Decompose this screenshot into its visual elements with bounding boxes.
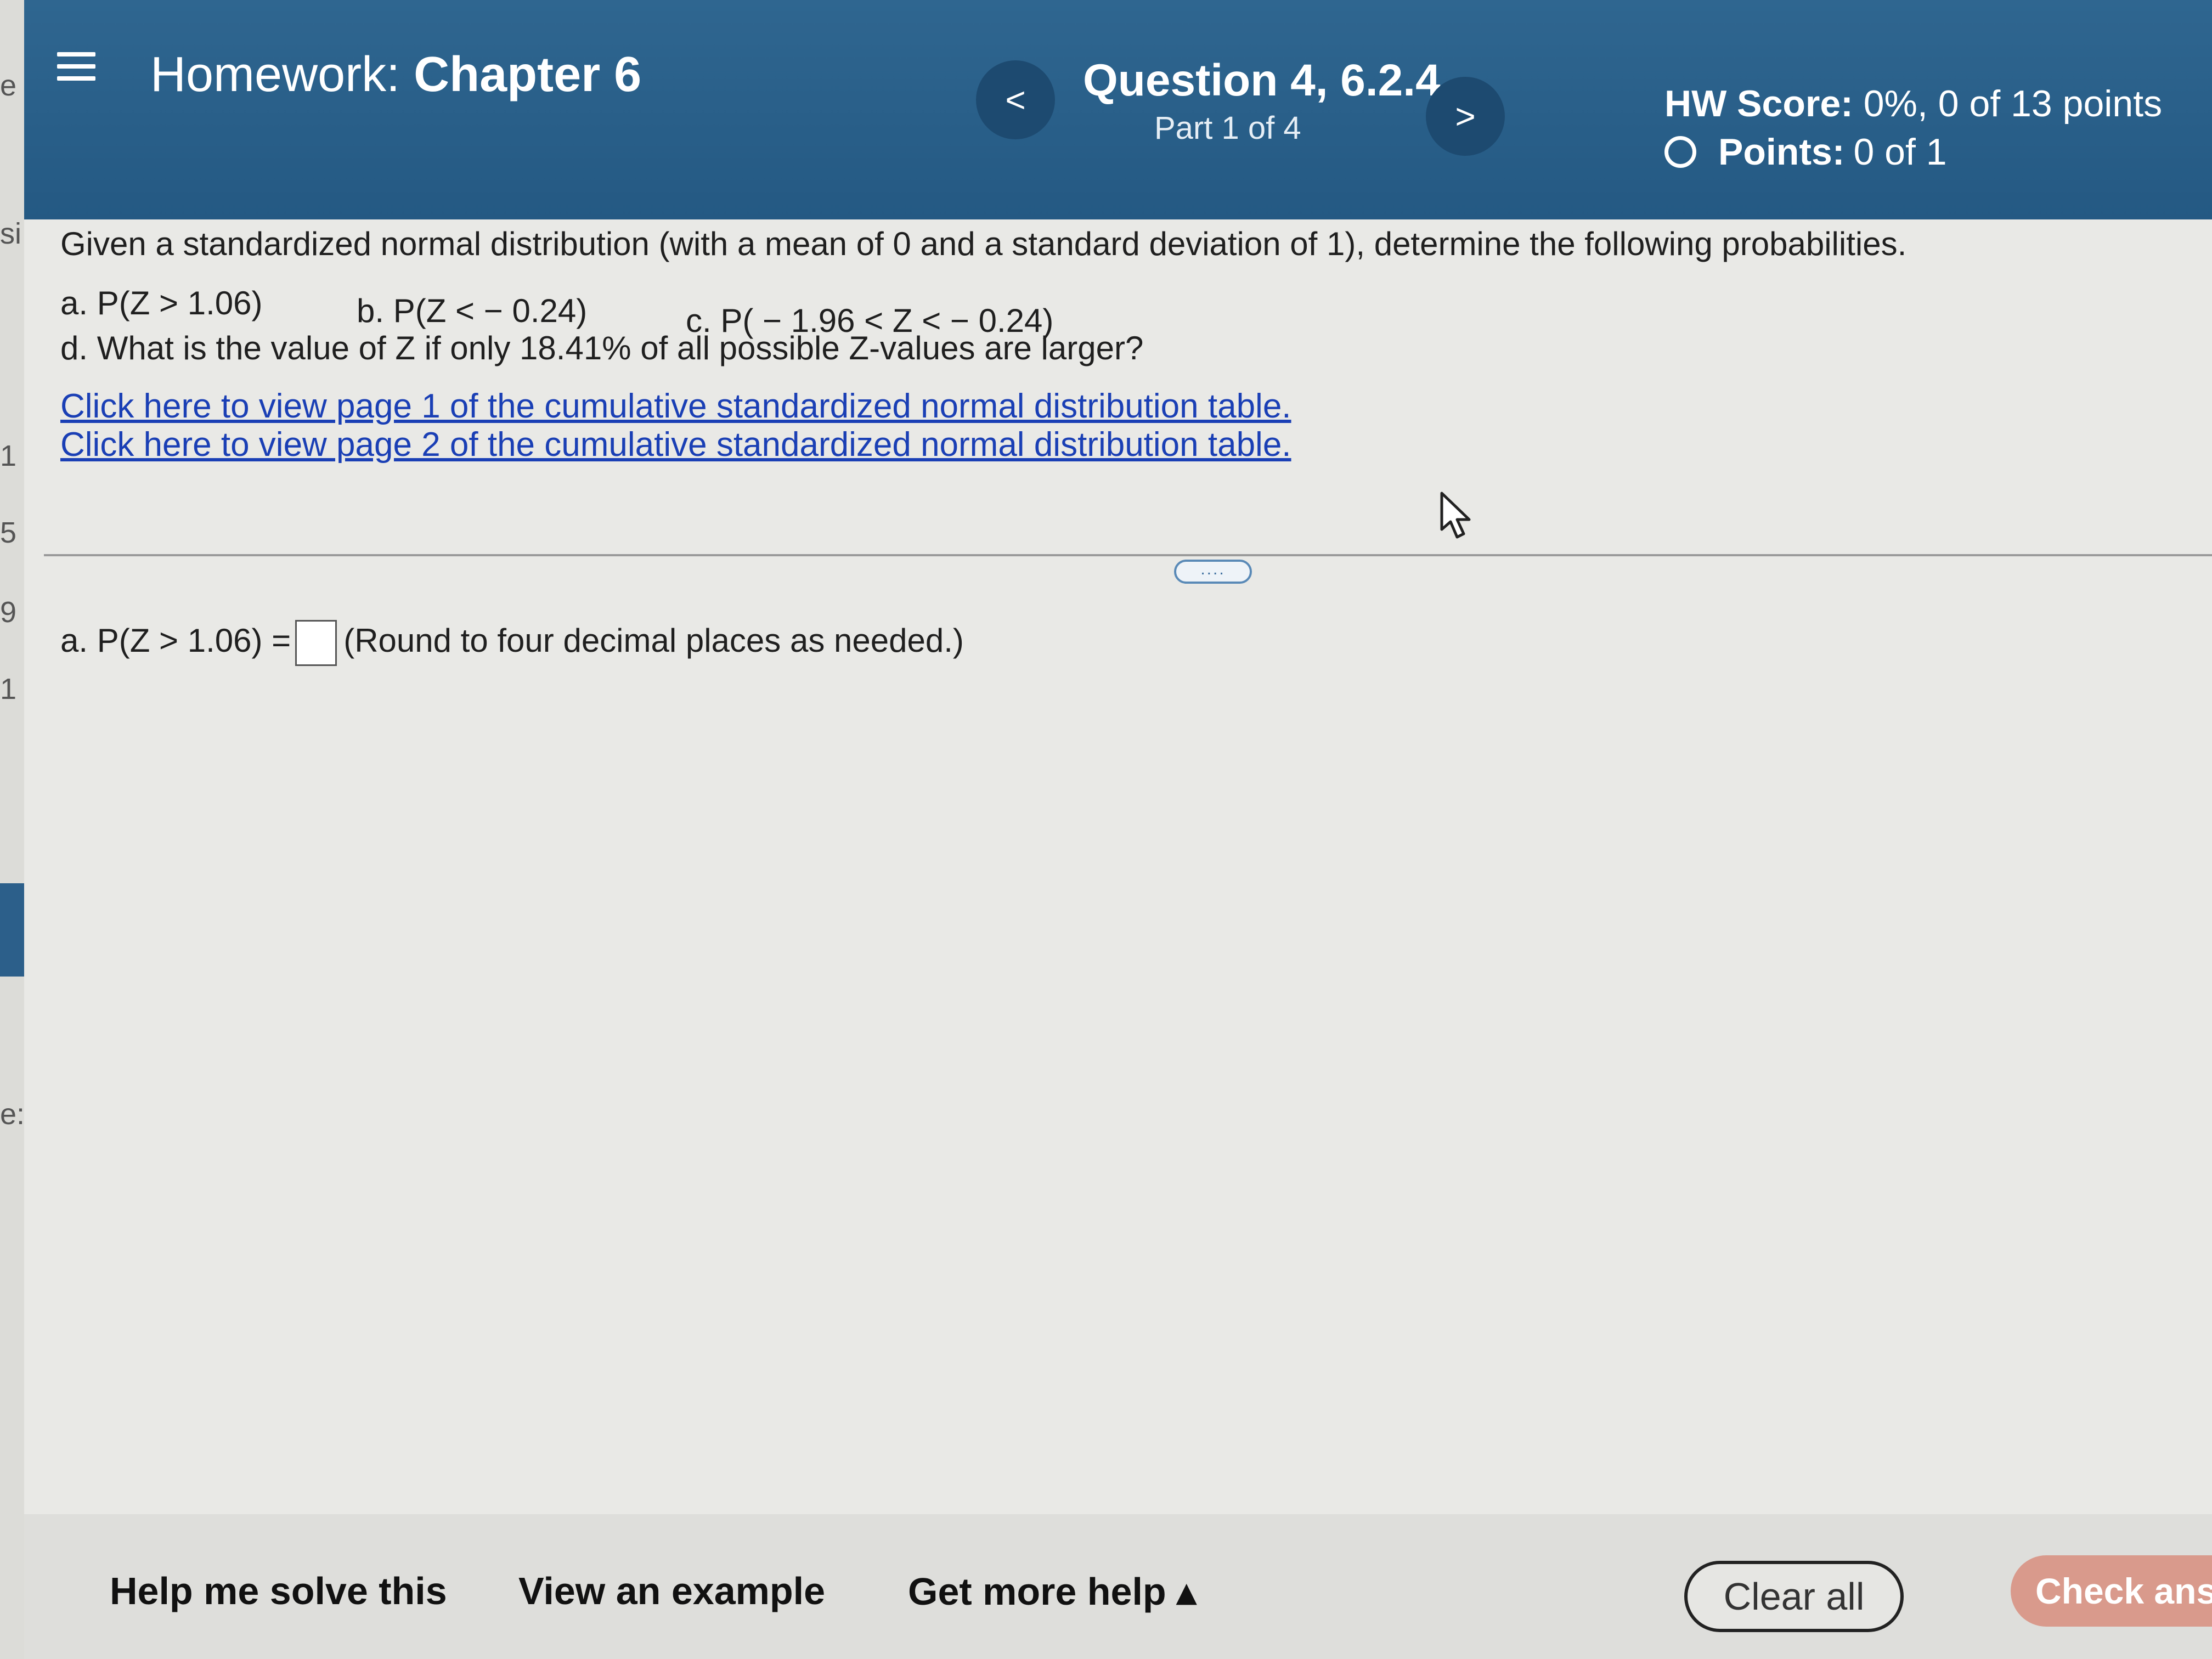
- answer-row: a. P(Z > 1.06) = (Round to four decimal p…: [60, 620, 964, 666]
- edge-char: si: [0, 217, 21, 250]
- expand-more-button[interactable]: ....: [1174, 560, 1252, 584]
- homework-title: Homework: Chapter 6: [150, 47, 641, 103]
- edge-char: 9: [0, 596, 17, 629]
- menu-icon[interactable]: [57, 52, 95, 91]
- edge-char: 1: [0, 439, 17, 472]
- homework-title-prefix: Homework:: [150, 47, 400, 102]
- next-question-button[interactable]: >: [1426, 77, 1505, 156]
- answer-hint: (Round to four decimal places as needed.…: [343, 622, 964, 659]
- edge-blue-bar: [0, 883, 24, 977]
- points-status-icon: [1664, 136, 1696, 168]
- view-example-button[interactable]: View an example: [518, 1569, 825, 1613]
- header-bar: Homework: Chapter 6 < Question 4, 6.2.4 …: [24, 0, 2212, 219]
- get-more-help-button[interactable]: Get more help ▴: [908, 1569, 1196, 1614]
- homework-chapter-name: Chapter 6: [414, 47, 642, 102]
- edge-char: e:: [0, 1098, 25, 1131]
- edge-char: e: [0, 69, 17, 102]
- hw-score-label: HW Score:: [1664, 83, 1853, 125]
- answer-input[interactable]: [295, 620, 337, 666]
- points-label: Points:: [1718, 131, 1845, 173]
- points: Points: 0 of 1: [1664, 131, 1947, 173]
- table-page2-link[interactable]: Click here to view page 2 of the cumulat…: [60, 425, 1291, 464]
- check-answer-button[interactable]: Check ans: [2011, 1555, 2212, 1627]
- question-title: Question 4, 6.2.4: [1083, 55, 1441, 105]
- edge-char: 5: [0, 516, 17, 549]
- question-intro: Given a standardized normal distribution…: [60, 225, 1907, 262]
- section-divider: [44, 554, 2212, 556]
- answer-prompt: a. P(Z > 1.06) =: [60, 622, 291, 659]
- edge-char: 1: [0, 673, 17, 706]
- question-part-b: b. P(Z < − 0.24): [357, 292, 588, 329]
- previous-question-button[interactable]: <: [976, 60, 1055, 139]
- question-part-d: d. What is the value of Z if only 18.41%…: [60, 330, 1144, 366]
- table-page1-link[interactable]: Click here to view page 1 of the cumulat…: [60, 387, 1291, 426]
- hw-score-value: 0%, 0 of 13 points: [1863, 83, 2163, 125]
- clear-all-button[interactable]: Clear all: [1684, 1561, 1904, 1632]
- hw-score: HW Score: 0%, 0 of 13 points: [1664, 82, 2162, 125]
- adjacent-window-edge: e si 1 5 9 1 e:: [0, 0, 25, 1659]
- question-part-a: a. P(Z > 1.06): [60, 285, 263, 321]
- help-me-solve-button[interactable]: Help me solve this: [110, 1569, 447, 1613]
- question-part: Part 1 of 4: [1154, 110, 1301, 146]
- points-value: 0 of 1: [1853, 131, 1947, 173]
- mouse-cursor-icon: [1440, 492, 1471, 539]
